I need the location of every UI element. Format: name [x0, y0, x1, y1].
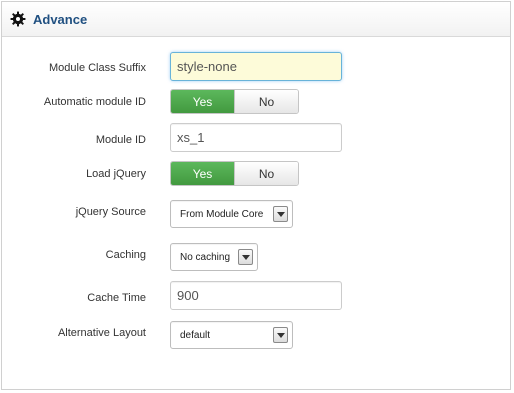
automatic-module-id-toggle[interactable]: Yes No [170, 89, 299, 114]
caching-label: Caching [105, 249, 146, 261]
jquery-source-value: From Module Core [180, 209, 264, 220]
module-id-label: Module ID [95, 134, 146, 146]
jquery-source-label: jQuery Source [75, 206, 146, 218]
alternative-layout-label: Alternative Layout [57, 327, 146, 339]
panel-title[interactable]: Advance [33, 12, 87, 27]
cache-time-input[interactable] [170, 281, 342, 310]
automatic-module-id-yes-button[interactable]: Yes [171, 90, 234, 113]
cache-time-label: Cache Time [87, 292, 146, 304]
automatic-module-id-no-button[interactable]: No [234, 90, 298, 113]
jquery-source-select[interactable]: From Module Core [170, 200, 293, 228]
alternative-layout-value: default [180, 330, 211, 341]
gear-icon [10, 11, 26, 27]
chevron-down-icon[interactable] [273, 206, 288, 222]
alternative-layout-select[interactable]: default [170, 321, 293, 349]
panel-header[interactable]: Advance [2, 2, 510, 37]
load-jquery-label: Load jQuery [86, 168, 146, 180]
automatic-module-id-label: Automatic module ID [43, 96, 146, 108]
load-jquery-yes-button[interactable]: Yes [171, 162, 234, 185]
module-class-suffix-input[interactable] [170, 52, 342, 81]
chevron-down-icon[interactable] [238, 249, 253, 265]
load-jquery-no-button[interactable]: No [234, 162, 298, 185]
caching-select[interactable]: No caching [170, 243, 258, 271]
chevron-down-icon[interactable] [273, 327, 288, 343]
advance-panel: Advance Module Class Suffix Automatic mo… [1, 1, 511, 390]
module-class-suffix-label: Module Class Suffix [48, 62, 146, 74]
caching-value: No caching [180, 252, 231, 263]
module-id-input[interactable] [170, 123, 342, 152]
load-jquery-toggle[interactable]: Yes No [170, 161, 299, 186]
